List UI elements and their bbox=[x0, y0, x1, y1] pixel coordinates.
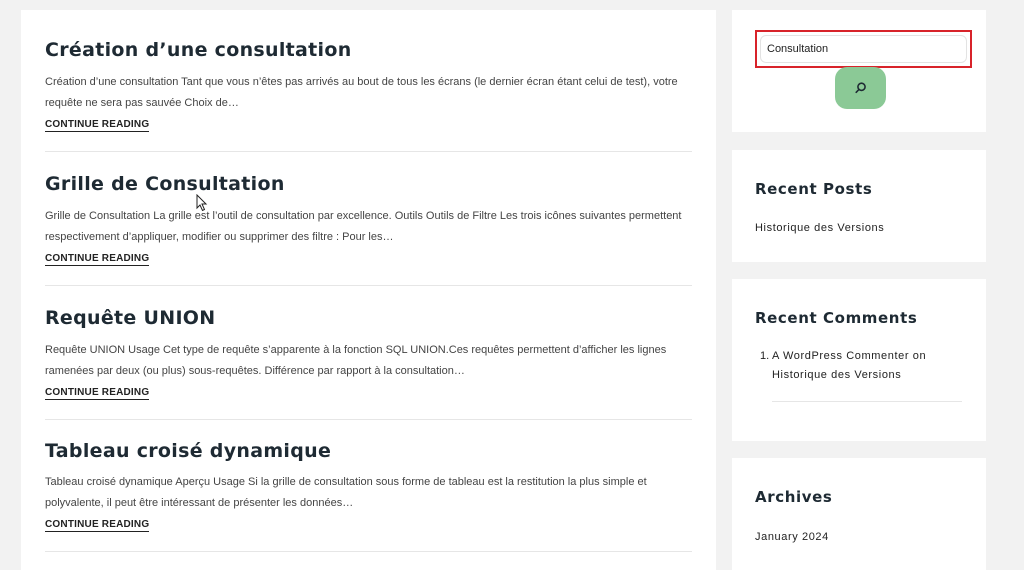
comment-post-link[interactable]: Historique des Versions bbox=[772, 369, 901, 381]
continue-reading-link[interactable]: CONTINUE READING bbox=[45, 386, 150, 400]
mouse-cursor-icon bbox=[196, 194, 208, 212]
widget-title: Recent Comments bbox=[755, 309, 918, 327]
post-title[interactable]: Grille de Consultation bbox=[45, 172, 692, 196]
search-button[interactable] bbox=[835, 67, 886, 109]
recent-posts-widget: Recent Posts Historique des Versions bbox=[732, 150, 986, 262]
post-item: Grille de Consultation Grille de Consult… bbox=[45, 172, 692, 286]
widget-title: Archives bbox=[755, 488, 833, 506]
search-input[interactable] bbox=[760, 35, 967, 63]
post-excerpt: Création d’une consultation Tant que vou… bbox=[45, 76, 678, 109]
divider bbox=[772, 401, 962, 402]
post-item: Tableau croisé dynamique Tableau croisé … bbox=[45, 439, 692, 552]
post-excerpt: Grille de Consultation La grille est l’o… bbox=[45, 210, 682, 243]
comment-entry: A WordPress Commenter on Historique des … bbox=[772, 347, 972, 385]
post-excerpt: Requête UNION Usage Cet type de requête … bbox=[45, 344, 667, 377]
post-item: Création d’une consultation Création d’u… bbox=[45, 38, 692, 152]
search-highlight bbox=[755, 30, 972, 68]
search-icon bbox=[854, 82, 866, 94]
post-item: Requête UNION Requête UNION Usage Cet ty… bbox=[45, 306, 692, 420]
posts-list: Création d’une consultation Création d’u… bbox=[21, 10, 716, 570]
archive-link[interactable]: January 2024 bbox=[755, 531, 829, 543]
post-title[interactable]: Tableau croisé dynamique bbox=[45, 439, 692, 463]
continue-reading-link[interactable]: CONTINUE READING bbox=[45, 518, 150, 532]
post-title[interactable]: Création d’une consultation bbox=[45, 38, 692, 62]
comment-author-link[interactable]: A WordPress Commenter bbox=[772, 350, 909, 362]
widget-title: Recent Posts bbox=[755, 180, 873, 198]
continue-reading-link[interactable]: CONTINUE READING bbox=[45, 118, 150, 132]
post-title[interactable]: Requête UNION bbox=[45, 306, 692, 330]
search-widget bbox=[732, 10, 986, 132]
archives-widget: Archives January 2024 bbox=[732, 458, 986, 570]
comment-number: 1. bbox=[760, 350, 770, 362]
comment-on-text: on bbox=[912, 350, 927, 362]
recent-post-link[interactable]: Historique des Versions bbox=[755, 222, 884, 234]
continue-reading-link[interactable]: CONTINUE READING bbox=[45, 252, 150, 266]
post-excerpt: Tableau croisé dynamique Aperçu Usage Si… bbox=[45, 476, 647, 509]
recent-comments-widget: Recent Comments 1. A WordPress Commenter… bbox=[732, 279, 986, 441]
